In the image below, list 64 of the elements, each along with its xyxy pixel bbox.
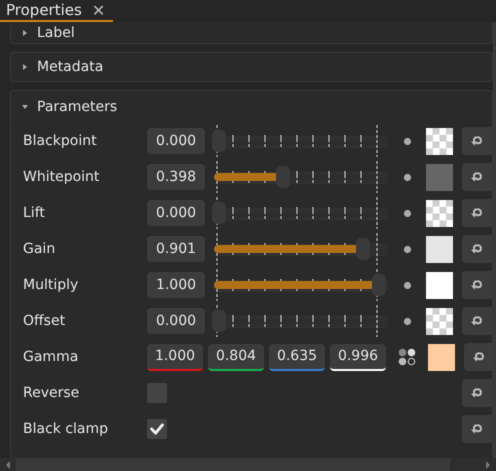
section-header[interactable]: Metadata: [10, 52, 493, 82]
value-field[interactable]: 0.000: [147, 308, 205, 334]
slider-track[interactable]: [212, 303, 388, 339]
checkbox[interactable]: [147, 419, 167, 439]
section-title: Parameters: [37, 99, 118, 115]
value-field[interactable]: 0.398: [147, 164, 205, 190]
channel-field[interactable]: 0.996: [330, 344, 386, 370]
parameter-label: Gamma: [23, 349, 80, 365]
close-icon[interactable]: ✕: [92, 0, 106, 20]
parameter-label: Blackpoint: [23, 133, 98, 149]
checkbox[interactable]: [147, 383, 167, 403]
scroll-right-icon[interactable]: [484, 460, 492, 470]
scroll-left-icon[interactable]: [4, 460, 12, 470]
slider-track[interactable]: [212, 123, 388, 159]
dot-icon[interactable]: [403, 208, 412, 218]
reset-button[interactable]: [462, 199, 492, 227]
channels-icon[interactable]: [398, 348, 416, 366]
value-field[interactable]: 0.901: [147, 236, 205, 262]
reset-button[interactable]: [462, 415, 492, 443]
slider-track[interactable]: [212, 159, 388, 195]
dot-icon[interactable]: [403, 172, 412, 182]
dot-icon[interactable]: [403, 280, 412, 290]
slider-thumb[interactable]: [276, 166, 290, 188]
color-swatch[interactable]: [426, 164, 453, 190]
slider-thumb[interactable]: [372, 274, 386, 296]
slider-track[interactable]: [212, 195, 388, 231]
channel-field[interactable]: 0.635: [269, 344, 325, 370]
slider-thumb[interactable]: [212, 202, 226, 224]
transparent-swatch[interactable]: [426, 128, 453, 154]
slider-thumb[interactable]: [212, 310, 226, 332]
parameter-label: Gain: [23, 241, 56, 257]
color-swatch[interactable]: [426, 236, 453, 262]
channel-field[interactable]: 0.804: [208, 344, 264, 370]
dot-icon[interactable]: [403, 316, 412, 326]
slider-thumb[interactable]: [356, 238, 370, 260]
slider-thumb[interactable]: [212, 130, 226, 152]
color-swatch[interactable]: [426, 272, 453, 298]
dot-icon[interactable]: [403, 136, 412, 146]
section-header[interactable]: Label: [10, 22, 493, 44]
reset-button[interactable]: [464, 343, 494, 371]
channel-field[interactable]: 1.000: [147, 344, 203, 370]
color-swatch[interactable]: [428, 344, 455, 370]
parameter-label: Black clamp: [23, 421, 110, 437]
parameter-label: Whitepoint: [23, 169, 100, 185]
reset-button[interactable]: [462, 307, 492, 335]
section-title: Label: [37, 24, 75, 40]
parameter-label: Offset: [23, 313, 66, 329]
parameter-label: Lift: [23, 205, 46, 221]
reset-button[interactable]: [462, 379, 492, 407]
reset-button[interactable]: [462, 235, 492, 263]
reset-button[interactable]: [462, 127, 492, 155]
reset-button[interactable]: [462, 271, 492, 299]
transparent-swatch[interactable]: [426, 308, 453, 334]
parameter-label: Reverse: [23, 385, 80, 401]
value-field[interactable]: 0.000: [147, 200, 205, 226]
value-field[interactable]: 1.000: [147, 272, 205, 298]
section-title: Metadata: [37, 59, 104, 75]
parameter-label: Multiply: [23, 277, 80, 293]
reset-button[interactable]: [462, 163, 492, 191]
transparent-swatch[interactable]: [426, 200, 453, 226]
slider-track[interactable]: [212, 267, 388, 303]
dot-icon[interactable]: [403, 244, 412, 254]
slider-track[interactable]: [212, 231, 388, 267]
value-field[interactable]: 0.000: [147, 128, 205, 154]
